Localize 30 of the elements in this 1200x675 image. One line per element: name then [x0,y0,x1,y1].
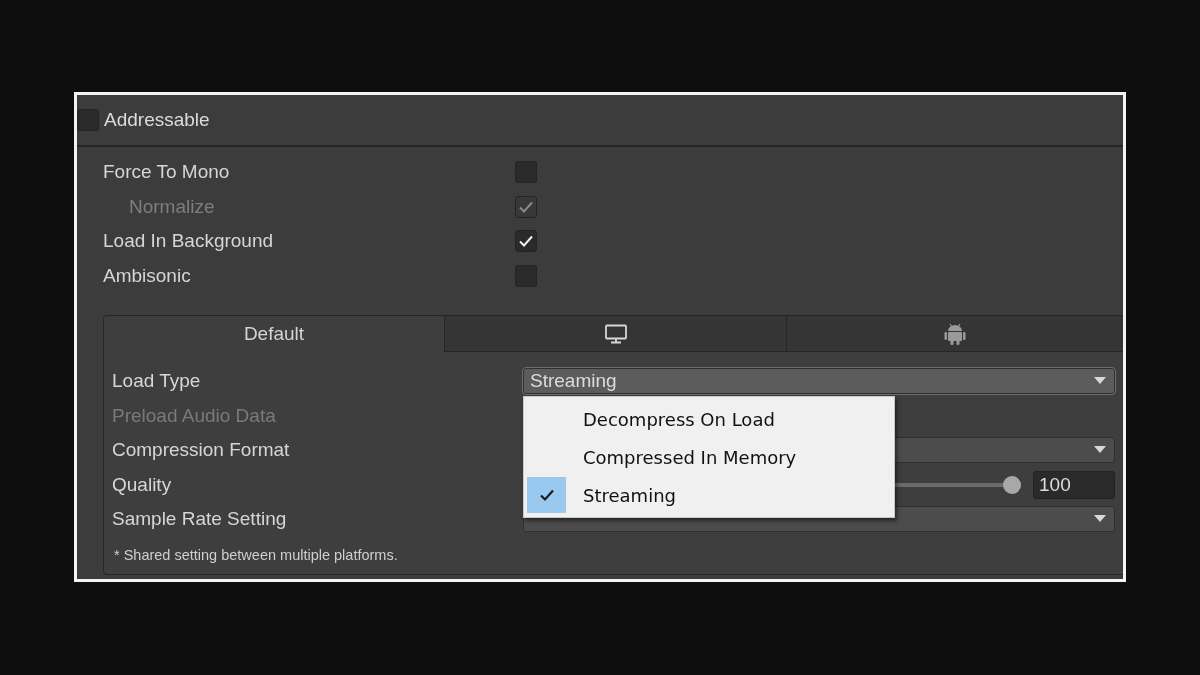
monitor-icon [603,323,628,344]
check-icon [518,199,534,214]
dropdown[interactable]: Streaming [523,368,1115,395]
option-label: Force To Mono [103,161,231,184]
caret-icon [1094,515,1106,524]
setting-label: Preload Audio Data [112,404,277,427]
caret-icon [1094,446,1106,455]
checkbox[interactable] [515,230,537,253]
checkbox[interactable] [77,109,99,131]
option-label: Ambisonic [103,264,192,287]
android-icon [944,321,966,346]
caret-icon [1094,377,1106,386]
footnote: * Shared setting between multiple platforms. [113,545,399,563]
setting-label: Compression Format [112,439,291,462]
setting-label: Quality [112,473,173,496]
menu-item[interactable]: Decompress On Load [527,400,894,438]
checkbox[interactable] [515,161,537,184]
number-field[interactable]: 100 [1033,470,1115,499]
option-label: Load In Background [103,230,275,253]
menu-item[interactable]: Compressed In Memory [527,438,894,476]
checkbox[interactable] [515,264,537,287]
setting-label: Load Type [112,370,202,393]
check-icon [518,234,534,249]
platform-tab[interactable] [786,316,1123,352]
check-icon [538,488,555,502]
addressable-label: Addressable [104,109,210,131]
setting-label: Sample Rate Setting [112,508,288,531]
option-label: Normalize [129,195,216,218]
menu-item[interactable]: Streaming [527,476,894,514]
slider-thumb[interactable] [1003,475,1021,494]
